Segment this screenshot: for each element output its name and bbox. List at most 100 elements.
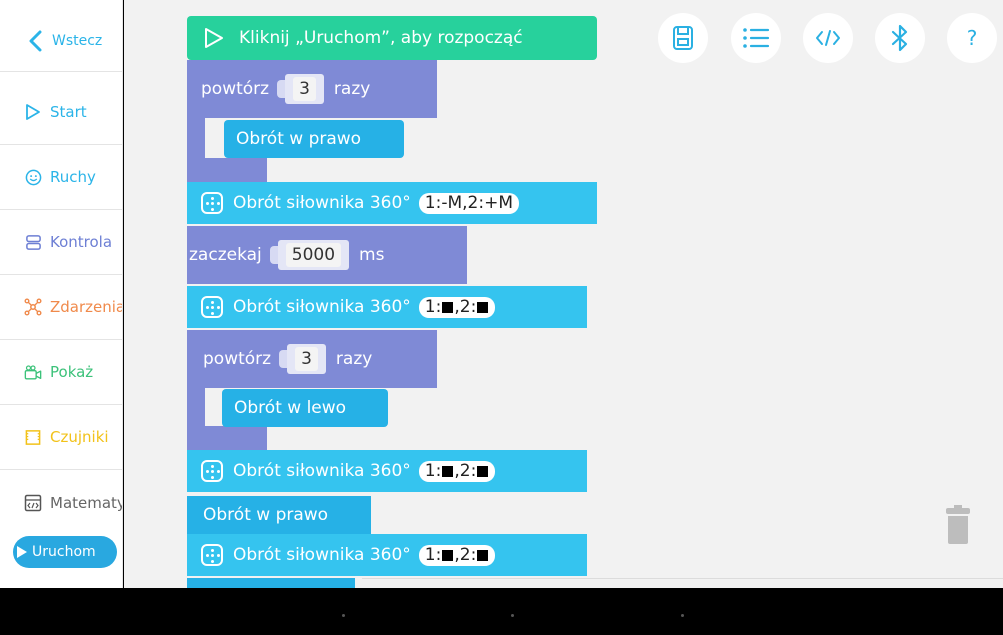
help-icon: ?: [966, 26, 978, 50]
wait-block[interactable]: zaczekaj 5000 ms: [187, 226, 467, 284]
sidebar-item-events[interactable]: Zdarzenia: [0, 275, 122, 340]
sidebar-item-label: Pokaż: [50, 363, 94, 381]
help-button[interactable]: ?: [947, 13, 997, 63]
repeat-count-box: 3: [285, 74, 324, 104]
repeat-count-box: 3: [287, 344, 326, 374]
chevron-left-icon: [26, 30, 44, 51]
sidebar-item-label: Start: [50, 103, 87, 121]
repeat-block-bottom: [187, 426, 267, 450]
math-icon: [24, 494, 42, 512]
servo-icon: [201, 296, 223, 318]
nav-dot: [342, 614, 345, 617]
run-label: Uruchom: [32, 544, 96, 560]
repeat-count-input[interactable]: 3: [277, 74, 324, 104]
servo-rotate-block[interactable]: Obrót siłownika 360° 1: ,2:: [187, 450, 587, 492]
turn-left-block[interactable]: Obrót w lewo: [222, 389, 388, 427]
nav-dot: [511, 614, 514, 617]
sidebar-item-motion[interactable]: Ruchy: [0, 145, 122, 210]
sidebar-item-label: Czujniki: [50, 428, 109, 446]
trash-can: [948, 516, 968, 544]
turn-right-label: Obrót w prawo: [203, 505, 329, 525]
servo-value-input[interactable]: 1: ,2:: [418, 460, 496, 482]
wait-unit: ms: [359, 245, 385, 265]
black-square-icon: [477, 465, 489, 477]
repeat-label: powtórz: [203, 349, 272, 369]
sidebar-item-control[interactable]: Kontrola: [0, 210, 122, 275]
wait-value-input[interactable]: 5000: [269, 240, 350, 270]
servo-rotate-block[interactable]: Obrót siłownika 360° 1: ,2:: [187, 534, 587, 576]
servo-value-input[interactable]: 1: ,2:: [418, 296, 496, 318]
bluetooth-icon: [891, 24, 909, 52]
puzzle-notch: [269, 246, 278, 264]
puzzle-notch: [277, 80, 286, 98]
sidebar-item-math[interactable]: Matematyka: [0, 470, 122, 535]
sidebar-item-show[interactable]: Pokaż: [0, 340, 122, 405]
list-button[interactable]: [731, 13, 781, 63]
code-button[interactable]: [803, 13, 853, 63]
repeat-count-value: 3: [295, 347, 318, 371]
sidebar-item-label: Matematyka: [50, 493, 122, 512]
servo-value-input[interactable]: 1: ,2:: [418, 544, 496, 566]
system-nav-bar: [0, 588, 1003, 635]
repeat-block[interactable]: powtórz 3 razy: [187, 330, 437, 388]
turn-right-block[interactable]: Obrót w prawo: [187, 496, 371, 534]
run-button[interactable]: Uruchom: [13, 536, 117, 568]
servo-label: Obrót siłownika 360°: [233, 297, 411, 317]
code-workspace[interactable]: Kliknij „Uruchom”, aby rozpocząć powtórz…: [124, 0, 1003, 588]
turn-left-label: Obrót w lewo: [234, 398, 347, 418]
start-block[interactable]: Kliknij „Uruchom”, aby rozpocząć: [187, 16, 597, 60]
bluetooth-button[interactable]: [875, 13, 925, 63]
sidebar-item-label: Ruchy: [50, 168, 96, 186]
repeat-suffix: razy: [333, 79, 371, 99]
turn-right-block[interactable]: Obrót w prawo: [224, 120, 404, 158]
servo-value-input[interactable]: 1:-M,2:+M: [418, 192, 520, 214]
workspace-bottom-line: [362, 578, 1003, 579]
nav-dot: [681, 614, 684, 617]
play-outline-icon: [203, 26, 225, 50]
servo-icon: [201, 460, 223, 482]
code-icon: [815, 29, 841, 47]
play-icon: [17, 546, 27, 558]
back-button[interactable]: Wstecz: [0, 10, 122, 72]
black-square-icon: [442, 465, 454, 477]
black-square-icon: [477, 549, 489, 561]
smile-icon: [24, 168, 42, 186]
wait-label: zaczekaj: [189, 245, 262, 265]
servo-value-a: 1:: [424, 296, 442, 317]
servo-label: Obrót siłownika 360°: [233, 193, 411, 213]
sidebar-item-sensors[interactable]: Czujniki: [0, 405, 122, 470]
trash-lid: [946, 508, 970, 514]
repeat-count-value: 3: [293, 77, 316, 101]
save-icon: [672, 25, 694, 51]
servo-value-b: ,2:: [454, 544, 477, 565]
servo-rotate-block[interactable]: Obrót siłownika 360° 1:-M,2:+M: [187, 182, 597, 224]
servo-value-b: ,2:: [454, 296, 477, 317]
control-icon: [24, 233, 42, 251]
repeat-label: powtórz: [201, 79, 270, 99]
servo-value-a: 1:: [424, 544, 442, 565]
back-label: Wstecz: [52, 32, 103, 49]
black-square-icon: [442, 301, 454, 313]
servo-value-b: ,2:: [454, 460, 477, 481]
sidebar: Wstecz Start Ruchy Kontrola Zdarzenia Po…: [0, 0, 123, 588]
servo-icon: [201, 192, 223, 214]
servo-rotate-block[interactable]: Obrót siłownika 360° 1: ,2:: [187, 286, 587, 328]
repeat-block[interactable]: powtórz 3 razy: [187, 60, 437, 118]
next-block-partial[interactable]: [187, 578, 355, 588]
wait-value-box: 5000: [277, 240, 350, 270]
sensor-icon: [24, 428, 42, 446]
turn-right-label: Obrót w prawo: [236, 129, 362, 149]
start-block-label: Kliknij „Uruchom”, aby rozpocząć: [239, 28, 523, 48]
sidebar-item-start[interactable]: Start: [0, 80, 122, 145]
repeat-block-bottom: [187, 158, 267, 182]
servo-icon: [201, 544, 223, 566]
repeat-count-input[interactable]: 3: [279, 344, 326, 374]
servo-label: Obrót siłownika 360°: [233, 545, 411, 565]
list-icon: [742, 27, 770, 49]
trash-icon[interactable]: [946, 505, 970, 544]
servo-value-a: 1:: [424, 460, 442, 481]
save-button[interactable]: [658, 13, 708, 63]
black-square-icon: [477, 301, 489, 313]
play-outline-icon: [24, 103, 42, 121]
servo-label: Obrót siłownika 360°: [233, 461, 411, 481]
